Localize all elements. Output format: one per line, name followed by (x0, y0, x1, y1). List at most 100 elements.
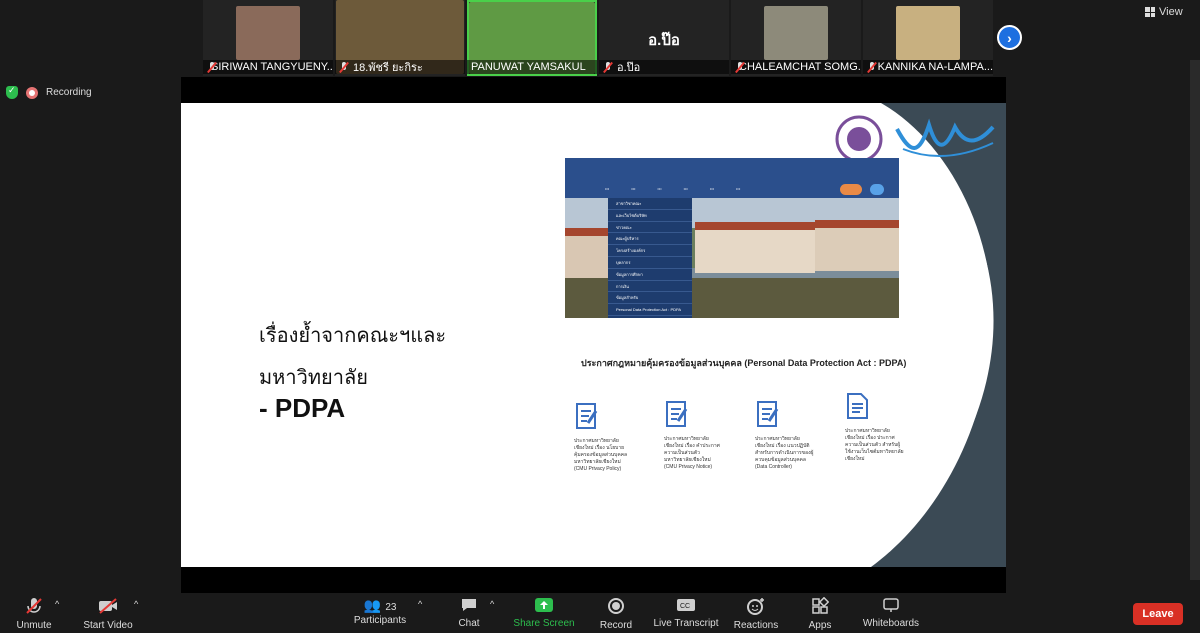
leave-label: Leave (1142, 608, 1174, 620)
dropdown-item: Personal Data Protection Act : PDPA (608, 304, 692, 316)
pdpa-document-caption: ประกาศมหาวิทยาลัยเชียงใหม่ เรื่อง คำประก… (664, 436, 720, 470)
pdpa-title: ประกาศกฎหมายคุ้มครองข้อมูลส่วนบุคคล (Per… (581, 358, 907, 368)
participants-options-caret[interactable]: ^ (418, 599, 422, 609)
pdpa-document-caption: ประกาศมหาวิทยาลัยเชียงใหม่ เรื่อง แนวปฏิ… (755, 436, 814, 470)
share-screen-icon (535, 598, 553, 612)
dropdown-item: โครงสร้างองค์กร (608, 245, 692, 257)
live-transcript-button[interactable]: CC Live Transcript (652, 597, 720, 629)
participant-name-bar: PANUWAT YAMSAKUL (467, 60, 597, 74)
document-icon (847, 393, 868, 419)
share-screen-button[interactable]: Share Screen (512, 597, 576, 629)
dropdown-item: สาขาวิชาคณะ (608, 198, 692, 210)
participant-name: 18.พัชรี ยะกิระ (353, 62, 423, 74)
participants-button[interactable]: 👥 23 Participants (352, 597, 408, 626)
website-menu: ••• ••• ••• ••• ••• ••• (605, 186, 741, 191)
participant-name-bar: อ.ป๊อ (599, 60, 729, 74)
grid-icon (1145, 7, 1155, 17)
pdpa-document-caption: ประกาศมหาวิทยาลัยเชียงใหม่ เรื่อง ประกาศ… (845, 428, 904, 462)
meeting-toolbar: Unmute ^ Start Video ^ 👥 23 Participants… (0, 593, 1200, 633)
dropdown-item: ข้อมูลการศึกษา (608, 269, 692, 281)
participant-name-bar: CHALEAMCHAT SOMG... (731, 60, 861, 74)
dropdown-item: ข่าวคณะ (608, 222, 692, 234)
participant-tile[interactable]: อ.ป๊อ อ.ป๊อ (599, 0, 729, 76)
pdpa-document-2: ประกาศมหาวิทยาลัยเชียงใหม่ เรื่อง คำประก… (664, 401, 724, 471)
start-video-button[interactable]: Start Video (80, 597, 136, 631)
participants-count: 23 (385, 602, 397, 613)
faculty-wave-logo-icon (895, 118, 995, 158)
audio-options-caret[interactable]: ^ (55, 599, 59, 609)
recording-indicator[interactable]: Recording (6, 85, 92, 99)
slide-heading-line1: เรื่องย้ำจากคณะฯและ (259, 323, 447, 347)
svg-text:CC: CC (680, 603, 690, 610)
recording-label: Recording (46, 87, 92, 98)
view-label: View (1159, 6, 1183, 18)
presentation-slide: เรื่องย้ำจากคณะฯและ มหาวิทยาลัย - PDPA •… (181, 103, 1006, 567)
chat-button[interactable]: Chat (452, 597, 486, 629)
zoom-meeting-window: SIRIWAN TANGYUENY... 18.พัชรี ยะกิระ PAN… (0, 0, 1200, 633)
video-options-caret[interactable]: ^ (134, 599, 138, 609)
chat-label: Chat (458, 618, 480, 629)
live-transcript-label: Live Transcript (653, 618, 719, 629)
share-screen-label: Share Screen (513, 618, 575, 629)
website-header: ••• ••• ••• ••• ••• ••• (565, 158, 899, 198)
participant-video (764, 6, 828, 60)
participant-name: อ.ป๊อ (617, 62, 641, 74)
participant-tile[interactable]: 18.พัชรี ยะกิระ (335, 0, 465, 76)
participant-name: SIRIWAN TANGYUENY... (211, 61, 333, 73)
dropdown-item: บุคลากร (608, 257, 692, 269)
record-icon (608, 598, 624, 614)
emoji-plus-icon (747, 598, 764, 615)
apps-button[interactable]: Apps (804, 596, 836, 631)
participant-tile[interactable]: SIRIWAN TANGYUENY... (203, 0, 333, 76)
mic-off-icon (339, 61, 349, 73)
chat-options-caret[interactable]: ^ (490, 599, 494, 609)
apps-label: Apps (808, 620, 832, 631)
website-blue-button (870, 184, 884, 195)
participant-name-bar: KANNIKA NA-LAMPA... (863, 60, 993, 74)
participant-name-bar: SIRIWAN TANGYUENY... (203, 60, 333, 74)
document-edit-icon (666, 401, 688, 427)
mic-muted-icon (26, 598, 42, 614)
participants-icon: 👥 (363, 597, 381, 613)
website-dropdown-menu: สาขาวิชาคณะ และเว็บไซต์บริษัท ข่าวคณะ คณ… (608, 198, 692, 318)
chevron-right-icon: › (1007, 29, 1012, 46)
pdpa-document-3: ประกาศมหาวิทยาลัยเชียงใหม่ เรื่อง แนวปฏิ… (755, 401, 815, 471)
view-button[interactable]: View (1145, 6, 1183, 18)
whiteboards-button[interactable]: Whiteboards (860, 597, 922, 629)
whiteboard-icon (883, 598, 899, 612)
next-participants-button[interactable]: › (997, 25, 1022, 50)
pdpa-document-caption: ประกาศมหาวิทยาลัยเชียงใหม่ เรื่อง นโยบาย… (574, 438, 628, 472)
recording-dot-icon (26, 86, 38, 99)
dropdown-item: และเว็บไซต์บริษัท (608, 210, 692, 222)
dropdown-item: คณะผู้บริหาร (608, 233, 692, 246)
reactions-label: Reactions (733, 620, 779, 631)
reactions-button[interactable]: Reactions (732, 597, 780, 631)
shared-screen: เรื่องย้ำจากคณะฯและ มหาวิทยาลัย - PDPA •… (181, 77, 1006, 593)
record-button[interactable]: Record (596, 597, 636, 631)
unmute-button[interactable]: Unmute (12, 597, 56, 631)
security-shield-icon (6, 85, 18, 99)
side-panel-edge (1190, 60, 1200, 580)
participant-tile-active-speaker[interactable]: PANUWAT YAMSAKUL (467, 0, 597, 76)
participant-tile[interactable]: KANNIKA NA-LAMPA... (863, 0, 993, 76)
document-edit-icon (757, 401, 779, 427)
participant-tile[interactable]: CHALEAMCHAT SOMG... (731, 0, 861, 76)
mic-off-icon (603, 61, 613, 73)
slide-heading-line2: มหาวิทยาลัย (259, 365, 368, 389)
leave-button[interactable]: Leave (1133, 603, 1183, 625)
pdpa-document-1: ประกาศมหาวิทยาลัยเชียงใหม่ เรื่อง นโยบาย… (574, 403, 634, 473)
video-off-icon (99, 598, 117, 614)
dropdown-item: การเงิน (608, 281, 692, 293)
participant-video (236, 6, 300, 60)
participant-name-bar: 18.พัชรี ยะกิระ (335, 60, 465, 74)
website-screenshot: ••• ••• ••• ••• ••• ••• สาขาวิชาคณะ และเว็บไซ… (565, 158, 899, 318)
participant-name: CHALEAMCHAT SOMG... (739, 61, 861, 73)
participants-label: Participants (353, 615, 407, 626)
slide-heading-pdpa: - PDPA (259, 393, 346, 423)
closed-caption-icon: CC (677, 599, 695, 611)
pdpa-document-4: ประกาศมหาวิทยาลัยเชียงใหม่ เรื่อง ประกาศ… (845, 393, 905, 463)
mic-off-icon (867, 61, 874, 73)
website-orange-button (840, 184, 862, 195)
start-video-label: Start Video (83, 620, 133, 631)
record-label: Record (599, 620, 633, 631)
